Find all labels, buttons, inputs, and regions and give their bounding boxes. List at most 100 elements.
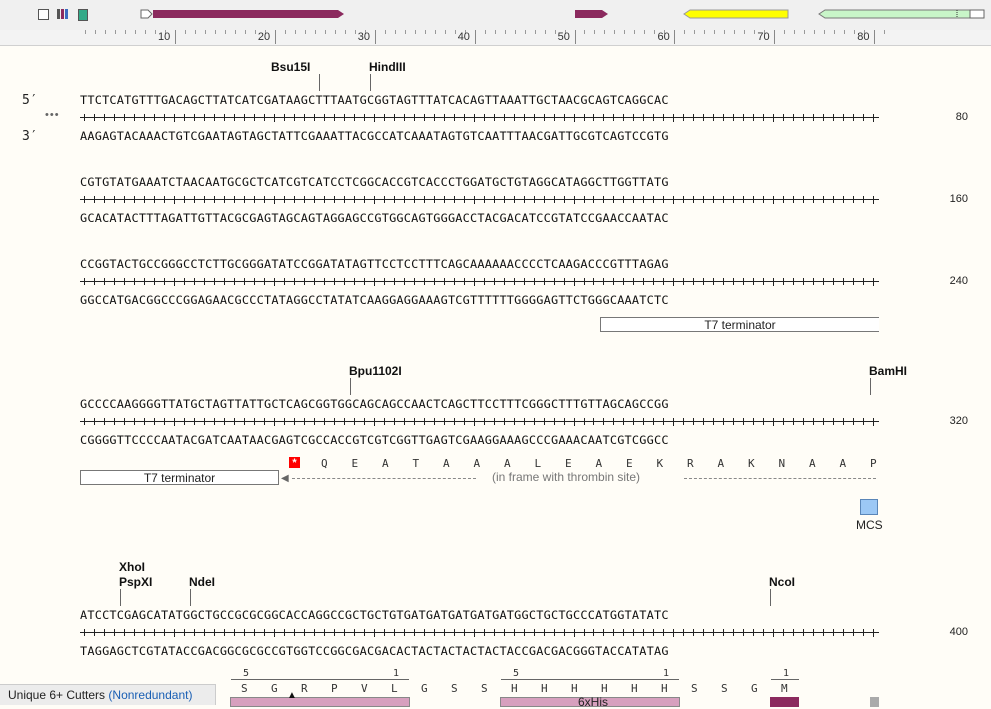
base-tick bbox=[433, 629, 435, 636]
amino-acid[interactable]: P bbox=[870, 457, 877, 470]
enzyme-bpu1102i[interactable]: Bpu1102I bbox=[349, 364, 402, 378]
amino-acid[interactable]: A bbox=[474, 457, 481, 470]
amino-acid[interactable]: K bbox=[748, 457, 755, 470]
feature-t7-terminator[interactable]: T7 terminator bbox=[80, 470, 279, 485]
amino-acid[interactable]: A bbox=[840, 457, 847, 470]
amino-acid[interactable]: P bbox=[331, 682, 338, 695]
amino-acid[interactable]: K bbox=[657, 457, 664, 470]
base-tick bbox=[343, 418, 345, 425]
base-tick bbox=[623, 114, 625, 121]
base-tick bbox=[113, 196, 115, 203]
ruler-tick bbox=[424, 30, 426, 34]
base-tick bbox=[373, 114, 375, 122]
amino-acid[interactable]: T bbox=[413, 457, 420, 470]
amino-acid[interactable]: V bbox=[361, 682, 368, 695]
amino-acid[interactable]: H bbox=[661, 682, 668, 695]
amino-acid[interactable]: N bbox=[779, 457, 786, 470]
ruler-tick bbox=[834, 30, 836, 34]
base-tick bbox=[84, 114, 85, 121]
ellipsis-icon[interactable]: ••• bbox=[45, 109, 60, 121]
ruler-tick bbox=[324, 30, 326, 34]
status-bar[interactable]: Unique 6+ Cutters (Nonredundant) bbox=[0, 684, 216, 705]
amino-acid[interactable]: E bbox=[565, 457, 572, 470]
bottom-strand[interactable]: GGCCATGACGGCCCGGAGAACGCCCTATAGGCCTATATCA… bbox=[80, 293, 669, 307]
base-tick bbox=[443, 196, 445, 203]
enzyme-pspxi[interactable]: PspXI bbox=[119, 575, 152, 589]
base-tick bbox=[813, 629, 815, 636]
enzyme-ncoi[interactable]: NcoI bbox=[769, 575, 795, 589]
enzyme-xhoi[interactable]: XhoI bbox=[119, 560, 145, 574]
amino-acid[interactable]: A bbox=[596, 457, 603, 470]
base-tick bbox=[783, 114, 785, 121]
base-tick bbox=[403, 629, 405, 636]
amino-acid[interactable]: H bbox=[541, 682, 548, 695]
amino-acid[interactable]: A bbox=[382, 457, 389, 470]
base-tick bbox=[133, 418, 135, 425]
amino-acid[interactable]: R bbox=[687, 457, 694, 470]
amino-acid[interactable]: G bbox=[271, 682, 278, 695]
base-tick bbox=[413, 196, 415, 203]
nonredundant-link[interactable]: (Nonredundant) bbox=[108, 688, 192, 702]
amino-acid[interactable]: A bbox=[443, 457, 450, 470]
base-tick bbox=[363, 196, 365, 203]
base-tick bbox=[483, 629, 485, 636]
amino-acid[interactable]: R bbox=[301, 682, 308, 695]
protein-segment[interactable] bbox=[230, 697, 410, 707]
feature-map-svg[interactable] bbox=[0, 0, 991, 30]
cut-site-line bbox=[190, 589, 191, 606]
amino-acid[interactable]: M bbox=[781, 682, 788, 695]
top-strand[interactable]: CGTGTATGAAATCTAACAATGCGCTCATCGTCATCCTCGG… bbox=[80, 175, 669, 189]
base-tick bbox=[473, 278, 475, 286]
amino-acid[interactable]: S bbox=[241, 682, 248, 695]
amino-acid[interactable]: Q bbox=[321, 457, 328, 470]
bottom-strand[interactable]: TAGGAGCTCGTATACCGACGGCGCGCCGTGGTCCGGCGAC… bbox=[80, 644, 669, 658]
base-tick bbox=[123, 418, 125, 425]
protein-start-segment[interactable] bbox=[770, 697, 799, 707]
bottom-strand[interactable]: CGGGGTTCCCCAATACGATCAATAACGAGTCGCCACCGTC… bbox=[80, 433, 669, 447]
base-tick bbox=[103, 629, 105, 636]
enzyme-ndei[interactable]: NdeI bbox=[189, 575, 215, 589]
amino-acid[interactable]: S bbox=[481, 682, 488, 695]
amino-acid[interactable]: E bbox=[352, 457, 359, 470]
amino-acid[interactable]: H bbox=[631, 682, 638, 695]
base-tick bbox=[243, 418, 245, 425]
amino-acid[interactable]: A bbox=[718, 457, 725, 470]
top-strand[interactable]: TTCTCATGTTTGACAGCTTATCATCGATAAGCTTTAATGC… bbox=[80, 93, 669, 107]
feature-block[interactable] bbox=[870, 697, 879, 707]
feature-t7-terminator[interactable]: T7 terminator bbox=[600, 317, 879, 332]
base-tick bbox=[323, 418, 325, 425]
amino-acid[interactable]: E bbox=[626, 457, 633, 470]
ruler-tick bbox=[154, 30, 156, 34]
amino-acid[interactable]: A bbox=[809, 457, 816, 470]
amino-acid[interactable]: L bbox=[391, 682, 398, 695]
amino-acid[interactable]: S bbox=[451, 682, 458, 695]
amino-acid[interactable]: S bbox=[691, 682, 698, 695]
base-tick bbox=[273, 418, 275, 426]
base-tick bbox=[193, 418, 195, 425]
amino-acid[interactable]: G bbox=[751, 682, 758, 695]
amino-acid[interactable]: S bbox=[721, 682, 728, 695]
amino-acid[interactable]: L bbox=[535, 457, 542, 470]
enzyme-bamhi[interactable]: BamHI bbox=[869, 364, 907, 378]
mcs-feature[interactable] bbox=[860, 499, 878, 515]
amino-acid[interactable]: A bbox=[504, 457, 511, 470]
bottom-strand[interactable]: AAGAGTACAAACTGTCGAATAGTAGCTATTCGAAATTACG… bbox=[80, 129, 669, 143]
base-tick bbox=[113, 114, 115, 121]
amino-acid[interactable]: H bbox=[511, 682, 518, 695]
base-tick bbox=[733, 418, 735, 425]
amino-acid[interactable]: G bbox=[421, 682, 428, 695]
base-tick bbox=[683, 418, 685, 425]
enzyme-hindiii[interactable]: HindIII bbox=[369, 60, 406, 74]
amino-acid[interactable]: H bbox=[571, 682, 578, 695]
base-tick bbox=[833, 278, 835, 285]
enzyme-bsu15i[interactable]: Bsu15I bbox=[271, 60, 310, 74]
base-tick bbox=[173, 196, 175, 204]
top-strand[interactable]: ATCCTCGAGCATATGGCTGCCGCGCGGCACCAGGCCGCTG… bbox=[80, 608, 669, 622]
ruler-tick bbox=[344, 30, 346, 34]
top-strand[interactable]: CCGGTACTGCCGGGCCTCTTGCGGGATATCCGGATATAGT… bbox=[80, 257, 669, 271]
top-strand[interactable]: GCCCCAAGGGGTTATGCTAGTTATTGCTCAGCGGTGGCAG… bbox=[80, 397, 669, 411]
bottom-strand[interactable]: GCACATACTTTAGATTGTTACGCGAGTAGCAGTAGGAGCC… bbox=[80, 211, 669, 225]
amino-acid[interactable]: H bbox=[601, 682, 608, 695]
base-tick bbox=[183, 629, 185, 636]
base-tick bbox=[843, 629, 845, 636]
